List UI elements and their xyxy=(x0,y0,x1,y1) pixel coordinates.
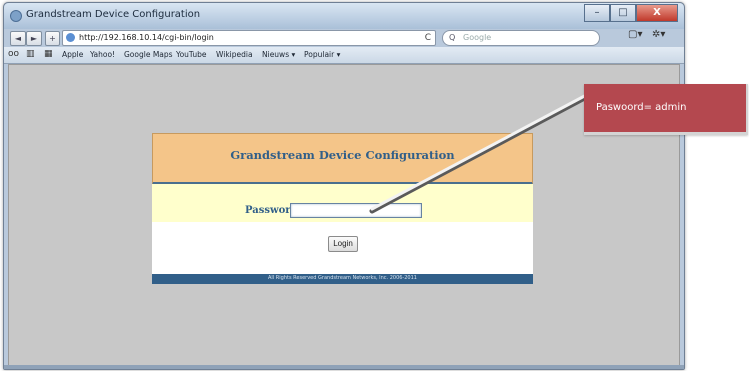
callout-pointer-shadow xyxy=(369,91,595,214)
callout-pointer xyxy=(369,90,595,214)
callout-pointer-line xyxy=(370,90,594,211)
callout-text: Paswoord= admin xyxy=(596,102,687,113)
password-callout: Paswoord= admin xyxy=(584,84,748,135)
